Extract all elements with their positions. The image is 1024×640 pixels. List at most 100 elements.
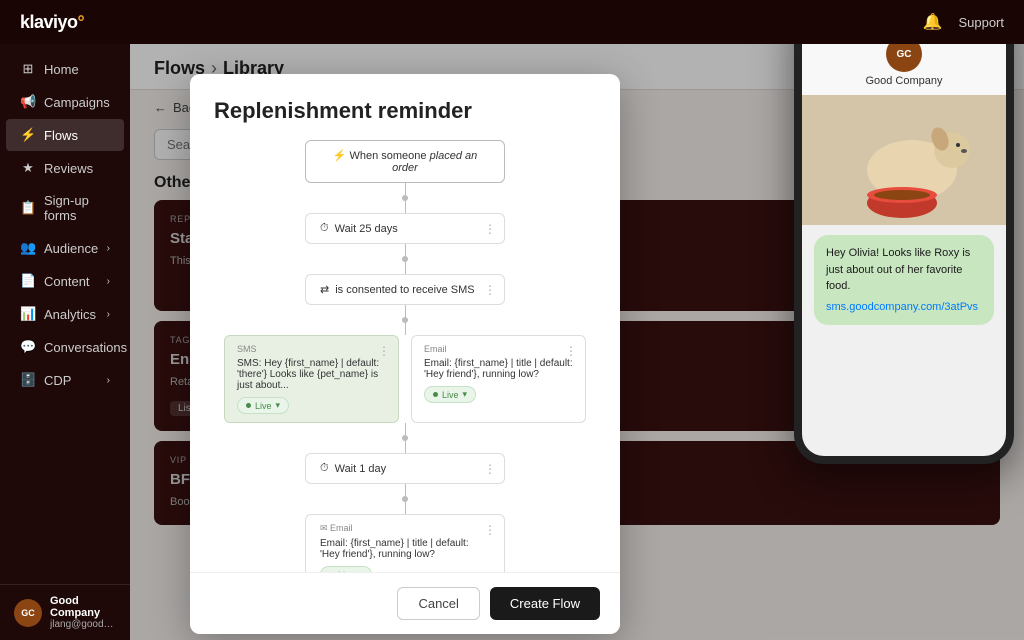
modal-header: Replenishment reminder [190, 74, 620, 140]
sms-branch-node: SMS SMS: Hey {first_name} | default: 'th… [224, 335, 399, 423]
company-name: Good Company [50, 595, 116, 619]
sidebar-label-audience: Audience [44, 241, 98, 256]
content-chevron: › [107, 276, 110, 287]
logo-mark: ° [78, 12, 85, 32]
live-chevron[interactable]: ▾ [276, 400, 281, 411]
condition-node: ⇄ is consented to receive SMS ⋮ [305, 274, 505, 305]
final-live-chevron[interactable]: ▾ [359, 569, 364, 572]
email-branch-label: Email [424, 344, 573, 354]
sidebar-label-reviews: Reviews [44, 161, 93, 176]
wait-1day-label: Wait 1 day [335, 463, 387, 475]
email-menu[interactable]: ⋮ [565, 344, 577, 358]
final-email-node: ✉ Email Email: {first_name} | title | de… [305, 514, 505, 572]
sidebar: ⊞ Home 📢 Campaigns ⚡ Flows ★ Reviews 📋 S… [0, 44, 130, 640]
connector-1 [402, 183, 408, 213]
trigger-icon: ⚡ [333, 150, 350, 162]
condition-icon: ⇄ [320, 283, 329, 296]
phone-container: ‹ GC Good Company [814, 44, 1014, 524]
phone-image [802, 95, 1006, 225]
modal-footer: Cancel Create Flow [190, 572, 620, 634]
sidebar-item-audience[interactable]: 👥 Audience › [6, 232, 124, 264]
content-icon: 📄 [20, 273, 36, 289]
phone-company-name: Good Company [865, 75, 942, 87]
topbar: klaviyo° 🔔 Support [0, 0, 1024, 44]
sms-branch-text: SMS: Hey {first_name} | default: 'there'… [237, 358, 386, 391]
flows-icon: ⚡ [20, 127, 36, 143]
sms-menu[interactable]: ⋮ [378, 344, 390, 358]
cancel-button[interactable]: Cancel [397, 587, 479, 620]
email-branch-node: Email Email: {first_name} | title | defa… [411, 335, 586, 423]
phone-link[interactable]: sms.goodcompany.com/3atPvs [826, 299, 982, 316]
conversations-icon: 💬 [20, 339, 36, 355]
wait-25-label: Wait 25 days [335, 223, 398, 235]
final-email-live: Live ▾ [320, 566, 372, 572]
modal: Replenishment reminder ⚡ When someone pl… [190, 74, 620, 634]
cdp-icon: 🗄️ [20, 372, 36, 388]
signup-forms-icon: 📋 [20, 200, 36, 216]
home-icon: ⊞ [20, 61, 36, 77]
modal-body: ⚡ When someone placed an order ⏱ Wait 25… [190, 140, 620, 572]
clock2-icon: ⏱ [320, 462, 329, 475]
email-live-chevron[interactable]: ▾ [463, 389, 468, 400]
trigger-node: ⚡ When someone placed an order [305, 140, 505, 183]
analytics-icon: 📊 [20, 306, 36, 322]
phone-message-text: Hey Olivia! Looks like Roxy is just abou… [826, 247, 970, 292]
sidebar-item-signup-forms[interactable]: 📋 Sign-up forms [6, 185, 124, 231]
sidebar-label-signup-forms: Sign-up forms [44, 193, 110, 223]
cdp-chevron: › [107, 375, 110, 386]
sidebar-label-conversations: Conversations [44, 340, 127, 355]
wait-25-menu[interactable]: ⋮ [484, 222, 496, 236]
sidebar-label-content: Content [44, 274, 90, 289]
logo: klaviyo° [20, 12, 84, 33]
sidebar-user-info: Good Company jlang@goodcom... [50, 595, 116, 630]
phone-message-bubble: Hey Olivia! Looks like Roxy is just abou… [814, 235, 994, 325]
trigger-text: When someone placed an order [349, 150, 477, 174]
sidebar-label-cdp: CDP [44, 373, 71, 388]
sidebar-item-campaigns[interactable]: 📢 Campaigns [6, 86, 124, 118]
sidebar-bottom[interactable]: GC Good Company jlang@goodcom... [0, 584, 130, 640]
condition-label: is consented to receive SMS [335, 284, 474, 296]
sms-live-badge: Live ▾ [237, 397, 289, 414]
user-email: jlang@goodcom... [50, 619, 116, 630]
final-email-text: Email: {first_name} | title | default: '… [320, 538, 490, 560]
sidebar-item-reviews[interactable]: ★ Reviews [6, 152, 124, 184]
wait-node-25days: ⏱ Wait 25 days ⋮ [305, 213, 505, 244]
phone-avatar: GC [886, 44, 922, 72]
connector-2 [402, 244, 408, 274]
flow-diagram: ⚡ When someone placed an order ⏱ Wait 25… [206, 140, 604, 572]
connector-3 [402, 305, 408, 335]
sidebar-label-analytics: Analytics [44, 307, 96, 322]
audience-chevron: › [107, 243, 110, 254]
topbar-right: 🔔 Support [923, 12, 1004, 32]
sidebar-item-home[interactable]: ⊞ Home [6, 53, 124, 85]
wait-1day-menu[interactable]: ⋮ [484, 462, 496, 476]
sidebar-item-analytics[interactable]: 📊 Analytics › [6, 298, 124, 330]
sidebar-item-cdp[interactable]: 🗄️ CDP › [6, 364, 124, 396]
support-link[interactable]: Support [958, 15, 1004, 30]
bell-icon[interactable]: 🔔 [923, 12, 943, 32]
campaigns-icon: 📢 [20, 94, 36, 110]
connector-4 [402, 423, 408, 453]
analytics-chevron: › [107, 309, 110, 320]
sidebar-item-conversations[interactable]: 💬 Conversations [6, 331, 124, 363]
create-flow-button[interactable]: Create Flow [490, 587, 600, 620]
flow-branches: SMS SMS: Hey {first_name} | default: 'th… [224, 335, 586, 423]
condition-menu[interactable]: ⋮ [484, 283, 496, 297]
sidebar-label-flows: Flows [44, 128, 78, 143]
reviews-icon: ★ [20, 160, 36, 176]
sidebar-label-campaigns: Campaigns [44, 95, 110, 110]
main-layout: ⊞ Home 📢 Campaigns ⚡ Flows ★ Reviews 📋 S… [0, 44, 1024, 640]
final-email-menu[interactable]: ⋮ [484, 523, 496, 537]
email-branch-text: Email: {first_name} | title | default: '… [424, 358, 573, 380]
audience-icon: 👥 [20, 240, 36, 256]
wait-1day-node: ⏱ Wait 1 day ⋮ [305, 453, 505, 484]
sms-branch-label: SMS [237, 344, 386, 354]
sidebar-item-content[interactable]: 📄 Content › [6, 265, 124, 297]
clock-icon: ⏱ [320, 222, 329, 235]
sidebar-label-home: Home [44, 62, 79, 77]
phone-mockup: ‹ GC Good Company [794, 44, 1014, 464]
phone-screen: ‹ GC Good Company [802, 44, 1006, 456]
modal-title: Replenishment reminder [214, 98, 596, 124]
final-email-label: ✉ Email [320, 523, 490, 534]
sidebar-item-flows[interactable]: ⚡ Flows [6, 119, 124, 151]
